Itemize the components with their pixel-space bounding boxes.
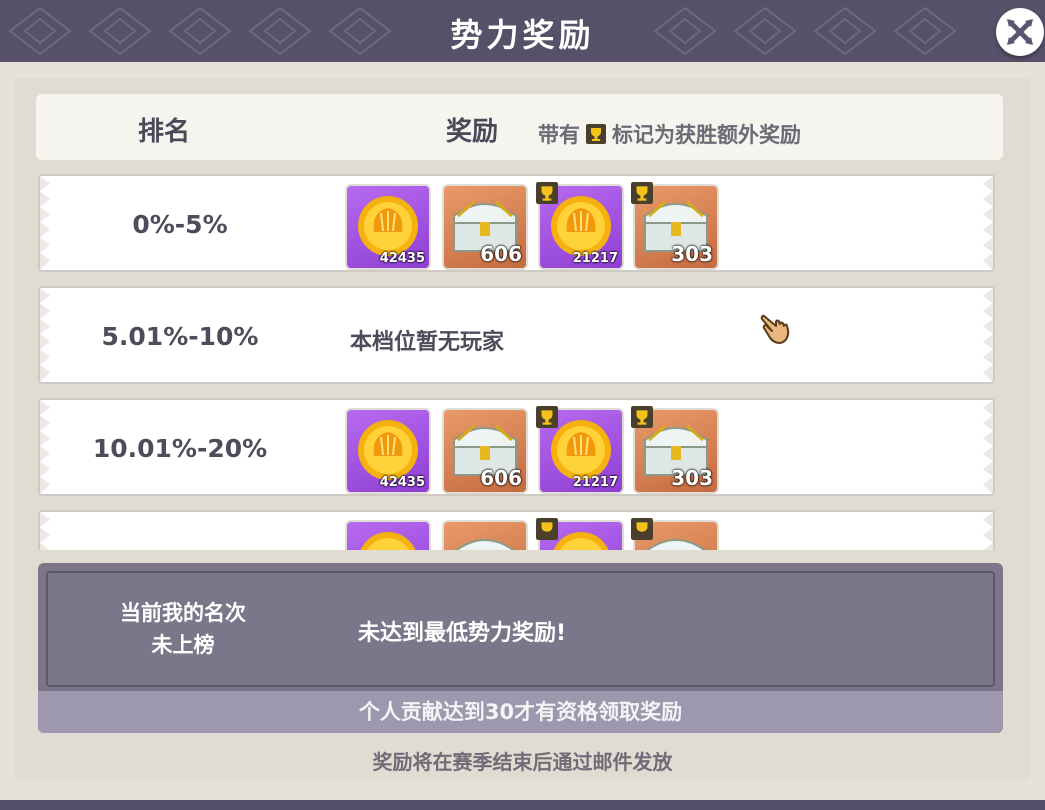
trophy-icon — [536, 182, 558, 204]
reward-quantity: 606 — [480, 466, 522, 490]
rank-range: 5.01%-10% — [101, 322, 259, 351]
reward-quantity: 303 — [671, 466, 713, 490]
shell-coin-icon — [360, 532, 416, 550]
reward-row: 10.01%-20% 42435 606 21217 303 — [38, 398, 995, 496]
reward-quantity: 42435 — [379, 475, 425, 490]
my-rank-label: 当前我的名次 — [120, 601, 246, 625]
reward-quantity: 606 — [480, 242, 522, 266]
reward-quantity: 21217 — [572, 475, 618, 490]
reward-item-chest[interactable]: 606 — [442, 184, 528, 270]
rank-range: 0%-5% — [132, 210, 228, 239]
reward-item-chest[interactable] — [442, 520, 528, 550]
reward-item-chest[interactable]: 606 — [442, 408, 528, 494]
trophy-icon — [631, 182, 653, 204]
my-rank-frame: 当前我的名次 未上榜 未达到最低势力奖励! — [46, 571, 995, 687]
bonus-note: 带有 标记为获胜额外奖励 — [538, 119, 801, 149]
pointing-hand-icon — [760, 314, 790, 344]
bottom-edge — [0, 800, 1045, 810]
trophy-icon — [586, 124, 606, 144]
reward-column-header: 奖励 — [446, 117, 499, 147]
reward-row: 5.01%-10% 本档位暂无玩家 — [38, 286, 995, 384]
bonus-note-suffix: 标记为获胜额外奖励 — [612, 123, 801, 147]
reward-item-coin[interactable] — [345, 520, 431, 550]
trophy-icon — [536, 406, 558, 428]
reward-quantity: 42435 — [379, 251, 425, 266]
reward-item-coin[interactable]: 42435 — [345, 184, 431, 270]
trophy-icon — [631, 518, 653, 540]
my-rank-message: 未达到最低势力奖励! — [358, 621, 567, 646]
my-rank-status: 未上榜 — [151, 633, 215, 657]
bonus-note-prefix: 带有 — [538, 123, 580, 147]
row-edge-right — [983, 176, 993, 270]
eligibility-condition: 个人贡献达到30才有资格领取奖励 — [38, 691, 1003, 733]
row-edge-right — [983, 512, 993, 550]
reward-quantity: 21217 — [572, 251, 618, 266]
close-button[interactable] — [996, 8, 1044, 56]
reward-row: 0%-5% 42435 606 21217 303 — [38, 174, 995, 272]
footer-note: 奖励将在赛季结束后通过邮件发放 — [372, 750, 673, 774]
title-bar: 势力奖励 — [0, 0, 1045, 62]
row-edge-right — [983, 400, 993, 494]
reward-item-coin[interactable]: 42435 — [345, 408, 431, 494]
rank-column-header: 排名 — [138, 117, 191, 147]
close-icon — [1007, 19, 1033, 45]
treasure-chest-icon — [455, 539, 515, 550]
trophy-icon — [536, 518, 558, 540]
row-edge-left — [40, 512, 50, 550]
rank-range: 10.01%-20% — [92, 434, 268, 463]
reward-quantity: 303 — [671, 242, 713, 266]
empty-tier-message: 本档位暂无玩家 — [350, 330, 505, 355]
reward-row — [38, 510, 995, 550]
trophy-icon — [631, 406, 653, 428]
dialog-title: 势力奖励 — [450, 16, 595, 54]
row-edge-right — [983, 288, 993, 382]
reward-list[interactable]: 0%-5% 42435 606 21217 303 5.01%-10% 本档位暂… — [36, 170, 1003, 550]
my-rank-panel: 当前我的名次 未上榜 未达到最低势力奖励! 个人贡献达到30才有资格领取奖励 — [38, 563, 1003, 733]
